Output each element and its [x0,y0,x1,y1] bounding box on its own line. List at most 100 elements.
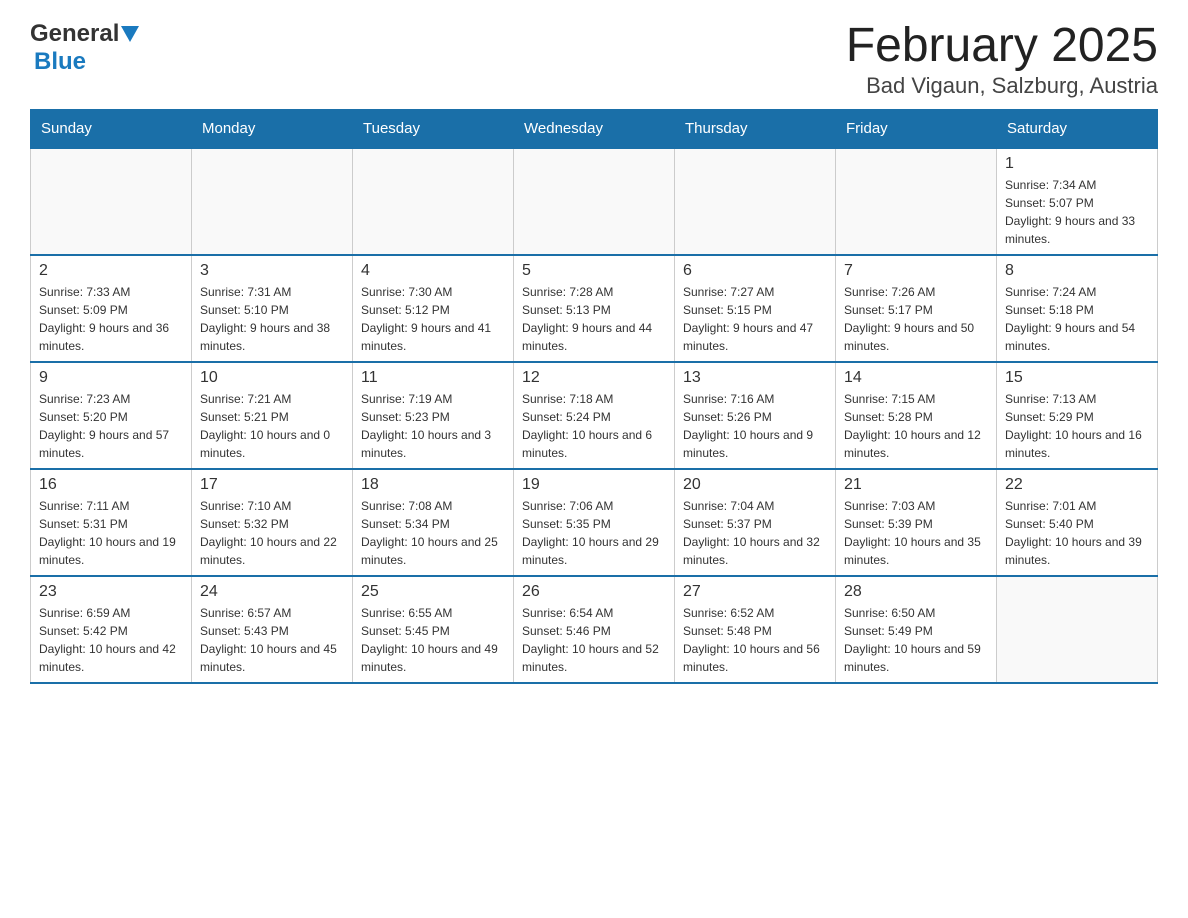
day-info: Sunrise: 7:11 AM Sunset: 5:31 PM Dayligh… [39,497,183,569]
table-row: 17 Sunrise: 7:10 AM Sunset: 5:32 PM Dayli… [192,469,353,576]
calendar-subtitle: Bad Vigaun, Salzburg, Austria [846,73,1158,99]
day-number: 12 [522,369,666,387]
day-number: 21 [844,476,988,494]
day-number: 17 [200,476,344,494]
day-info: Sunrise: 7:28 AM Sunset: 5:13 PM Dayligh… [522,283,666,355]
table-row: 25 Sunrise: 6:55 AM Sunset: 5:45 PM Dayli… [353,576,514,683]
calendar-week-row: 2 Sunrise: 7:33 AM Sunset: 5:09 PM Daylig… [31,255,1158,362]
table-row: 26Sunrise: 6:54 AM Sunset: 5:46 PM Dayli… [514,576,675,683]
day-info: Sunrise: 7:27 AM Sunset: 5:15 PM Dayligh… [683,283,827,355]
calendar-week-row: 16Sunrise: 7:11 AM Sunset: 5:31 PM Dayli… [31,469,1158,576]
calendar-week-row: 9 Sunrise: 7:23 AM Sunset: 5:20 PM Daylig… [31,362,1158,469]
calendar-title: February 2025 [846,20,1158,73]
day-number: 2 [39,262,183,280]
table-row [997,576,1158,683]
table-row [353,148,514,255]
day-number: 22 [1005,476,1149,494]
table-row [514,148,675,255]
day-number: 4 [361,262,505,280]
day-info: Sunrise: 7:23 AM Sunset: 5:20 PM Dayligh… [39,390,183,462]
day-info: Sunrise: 7:08 AM Sunset: 5:34 PM Dayligh… [361,497,505,569]
table-row: 18 Sunrise: 7:08 AM Sunset: 5:34 PM Dayli… [353,469,514,576]
day-info: Sunrise: 6:57 AM Sunset: 5:43 PM Dayligh… [200,604,344,676]
day-info: Sunrise: 7:33 AM Sunset: 5:09 PM Dayligh… [39,283,183,355]
table-row: 8Sunrise: 7:24 AM Sunset: 5:18 PM Daylig… [997,255,1158,362]
header-friday: Friday [836,109,997,148]
day-info: Sunrise: 6:54 AM Sunset: 5:46 PM Dayligh… [522,604,666,676]
table-row [836,148,997,255]
day-number: 24 [200,583,344,601]
table-row: 5 Sunrise: 7:28 AM Sunset: 5:13 PM Daylig… [514,255,675,362]
header-thursday: Thursday [675,109,836,148]
day-number: 20 [683,476,827,494]
table-row: 12Sunrise: 7:18 AM Sunset: 5:24 PM Dayli… [514,362,675,469]
day-number: 10 [200,369,344,387]
table-row: 16Sunrise: 7:11 AM Sunset: 5:31 PM Dayli… [31,469,192,576]
day-info: Sunrise: 7:31 AM Sunset: 5:10 PM Dayligh… [200,283,344,355]
logo: General Blue [30,20,139,76]
calendar-week-row: 23 Sunrise: 6:59 AM Sunset: 5:42 PM Dayli… [31,576,1158,683]
day-info: Sunrise: 6:55 AM Sunset: 5:45 PM Dayligh… [361,604,505,676]
table-row: 7 Sunrise: 7:26 AM Sunset: 5:17 PM Daylig… [836,255,997,362]
table-row: 22 Sunrise: 7:01 AM Sunset: 5:40 PM Dayli… [997,469,1158,576]
table-row: 21 Sunrise: 7:03 AM Sunset: 5:39 PM Dayli… [836,469,997,576]
logo-triangle-icon [121,26,139,47]
table-row: 9 Sunrise: 7:23 AM Sunset: 5:20 PM Daylig… [31,362,192,469]
table-row [675,148,836,255]
day-number: 11 [361,369,505,387]
day-number: 1 [1005,155,1149,173]
table-row: 11 Sunrise: 7:19 AM Sunset: 5:23 PM Dayli… [353,362,514,469]
day-info: Sunrise: 7:16 AM Sunset: 5:26 PM Dayligh… [683,390,827,462]
table-row: 10 Sunrise: 7:21 AM Sunset: 5:21 PM Dayli… [192,362,353,469]
day-info: Sunrise: 7:04 AM Sunset: 5:37 PM Dayligh… [683,497,827,569]
day-info: Sunrise: 7:21 AM Sunset: 5:21 PM Dayligh… [200,390,344,462]
day-info: Sunrise: 7:30 AM Sunset: 5:12 PM Dayligh… [361,283,505,355]
header-saturday: Saturday [997,109,1158,148]
table-row: 14Sunrise: 7:15 AM Sunset: 5:28 PM Dayli… [836,362,997,469]
table-row [192,148,353,255]
day-info: Sunrise: 6:59 AM Sunset: 5:42 PM Dayligh… [39,604,183,676]
day-info: Sunrise: 7:10 AM Sunset: 5:32 PM Dayligh… [200,497,344,569]
day-number: 23 [39,583,183,601]
day-number: 6 [683,262,827,280]
title-section: February 2025 Bad Vigaun, Salzburg, Aust… [846,20,1158,99]
table-row: 2 Sunrise: 7:33 AM Sunset: 5:09 PM Daylig… [31,255,192,362]
day-number: 19 [522,476,666,494]
day-number: 5 [522,262,666,280]
day-number: 15 [1005,369,1149,387]
table-row: 3 Sunrise: 7:31 AM Sunset: 5:10 PM Daylig… [192,255,353,362]
day-info: Sunrise: 7:03 AM Sunset: 5:39 PM Dayligh… [844,497,988,569]
day-number: 3 [200,262,344,280]
day-info: Sunrise: 7:01 AM Sunset: 5:40 PM Dayligh… [1005,497,1149,569]
day-number: 7 [844,262,988,280]
day-number: 14 [844,369,988,387]
day-number: 9 [39,369,183,387]
day-number: 13 [683,369,827,387]
day-info: Sunrise: 6:52 AM Sunset: 5:48 PM Dayligh… [683,604,827,676]
day-info: Sunrise: 7:26 AM Sunset: 5:17 PM Dayligh… [844,283,988,355]
day-number: 28 [844,583,988,601]
header-monday: Monday [192,109,353,148]
table-row: 4 Sunrise: 7:30 AM Sunset: 5:12 PM Daylig… [353,255,514,362]
day-info: Sunrise: 7:13 AM Sunset: 5:29 PM Dayligh… [1005,390,1149,462]
header-wednesday: Wednesday [514,109,675,148]
table-row: 13 Sunrise: 7:16 AM Sunset: 5:26 PM Dayli… [675,362,836,469]
table-row: 15 Sunrise: 7:13 AM Sunset: 5:29 PM Dayli… [997,362,1158,469]
table-row: 1Sunrise: 7:34 AM Sunset: 5:07 PM Daylig… [997,148,1158,255]
table-row: 27Sunrise: 6:52 AM Sunset: 5:48 PM Dayli… [675,576,836,683]
day-number: 8 [1005,262,1149,280]
logo-blue-text: Blue [34,48,86,76]
day-number: 18 [361,476,505,494]
table-row: 23 Sunrise: 6:59 AM Sunset: 5:42 PM Dayli… [31,576,192,683]
day-info: Sunrise: 6:50 AM Sunset: 5:49 PM Dayligh… [844,604,988,676]
day-info: Sunrise: 7:19 AM Sunset: 5:23 PM Dayligh… [361,390,505,462]
header-sunday: Sunday [31,109,192,148]
table-row: 20 Sunrise: 7:04 AM Sunset: 5:37 PM Dayli… [675,469,836,576]
table-row: 19Sunrise: 7:06 AM Sunset: 5:35 PM Dayli… [514,469,675,576]
header-tuesday: Tuesday [353,109,514,148]
page-header: General Blue February 2025 Bad Vigaun, S… [30,20,1158,99]
day-number: 25 [361,583,505,601]
calendar-table: Sunday Monday Tuesday Wednesday Thursday… [30,109,1158,684]
table-row: 6 Sunrise: 7:27 AM Sunset: 5:15 PM Daylig… [675,255,836,362]
calendar-week-row: 1Sunrise: 7:34 AM Sunset: 5:07 PM Daylig… [31,148,1158,255]
